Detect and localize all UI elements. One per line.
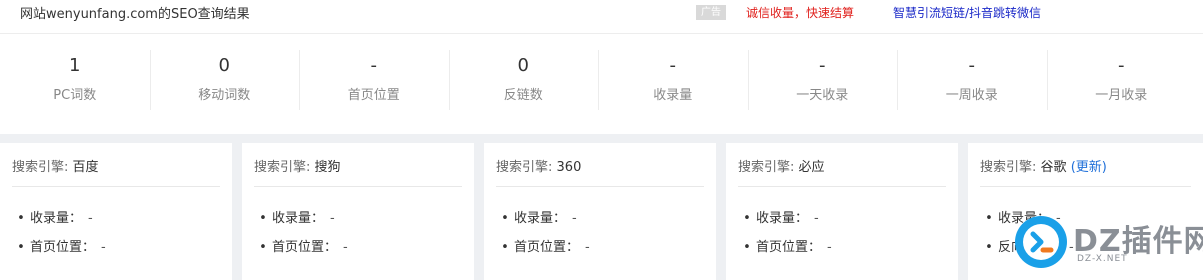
metric-value: - (330, 211, 335, 226)
metric-label: 收录量： (514, 211, 567, 226)
metric-label: 首页位置： (514, 240, 580, 255)
engine-card-header: 搜索引擎: 必应 (738, 156, 946, 187)
bullet-icon: • (743, 211, 751, 226)
engine-card-header: 搜索引擎: 360 (496, 156, 704, 187)
engine-card-sogou: 搜索引擎: 搜狗 • 收录量： - • 首页位置： - (242, 143, 474, 280)
engine-name: 必应 (798, 160, 825, 175)
engine-label: 搜索引擎: (980, 160, 1037, 175)
metric-label: 首页位置： (30, 240, 96, 255)
metric-label: 收录量： (756, 211, 809, 226)
list-item: • 收录量： - (496, 209, 590, 238)
stat-label: 反链数 (503, 88, 543, 103)
metric-label: 首页位置： (272, 240, 338, 255)
engine-label: 搜索引擎: (738, 160, 795, 175)
engine-metrics-list: • 收录量： - • 首页位置： - (496, 209, 590, 267)
ad-link-shortlink[interactable]: 智慧引流短链/抖音跳转微信 (893, 4, 1041, 21)
stat-value: - (819, 55, 826, 76)
engine-name: 谷歌 (1040, 160, 1067, 175)
bullet-icon: • (501, 240, 509, 255)
engine-name: 360 (556, 160, 582, 175)
metric-value: - (101, 240, 106, 255)
bullet-icon: • (501, 211, 509, 226)
plugin-logo-icon (1015, 216, 1067, 268)
list-item: • 首页位置： - (738, 238, 832, 267)
bullet-icon: • (17, 211, 25, 226)
engine-card-bing: 搜索引擎: 必应 • 收录量： - • 首页位置： - (726, 143, 958, 280)
stat-label: 一周收录 (945, 88, 998, 103)
metric-label: 收录量： (30, 211, 83, 226)
stat-label: 首页位置 (347, 88, 400, 103)
list-item: • 收录量： - (738, 209, 832, 238)
stat-value: - (968, 55, 976, 76)
update-link[interactable]: (更新) (1071, 160, 1107, 175)
stat-homepage-position: - 首页位置 (299, 50, 449, 112)
list-item: • 收录量： - (254, 209, 348, 238)
stat-label: 移动词数 (198, 88, 251, 103)
watermark: DZ插件网 DZ-X.NET (1013, 210, 1203, 276)
engine-label: 搜索引擎: (12, 160, 69, 175)
stat-backlinks: 0 反链数 (448, 50, 599, 112)
stat-indexed-day: - 一天收录 (747, 50, 898, 112)
engine-card-header: 搜索引擎: 谷歌 (更新) (980, 156, 1191, 187)
stat-value: - (669, 55, 677, 76)
metric-value: - (814, 211, 819, 226)
stat-indexed: - 收录量 (598, 50, 748, 112)
stat-value: 1 (69, 55, 81, 76)
engine-label: 搜索引擎: (496, 160, 553, 175)
bullet-icon: • (985, 211, 993, 226)
stat-value: 0 (517, 55, 529, 76)
engine-label: 搜索引擎: (254, 160, 311, 175)
list-item: • 首页位置： - (12, 238, 106, 267)
seo-summary-panel: 网站wenyunfang.com的SEO查询结果 广告 诚信收量，快速结算 智慧… (0, 0, 1203, 134)
result-header: 网站wenyunfang.com的SEO查询结果 广告 诚信收量，快速结算 智慧… (0, 0, 1203, 34)
bullet-icon: • (743, 240, 751, 255)
list-item: • 首页位置： - (496, 238, 590, 267)
bullet-icon: • (259, 211, 267, 226)
metric-value: - (572, 211, 577, 226)
engine-metrics-list: • 收录量： - • 首页位置： - (254, 209, 348, 267)
watermark-subtext: DZ-X.NET (1077, 254, 1128, 264)
stat-label: PC词数 (53, 88, 97, 103)
metric-label: 收录量： (272, 211, 325, 226)
stat-indexed-month: - 一月收录 (1046, 50, 1197, 112)
stat-label: 一天收录 (796, 88, 849, 103)
metric-label: 首页位置： (756, 240, 822, 255)
engine-metrics-list: • 收录量： - • 首页位置： - (738, 209, 832, 267)
stat-mobile-keywords: 0 移动词数 (149, 50, 300, 112)
engine-card-header: 搜索引擎: 百度 (12, 156, 220, 187)
metric-value: - (343, 240, 348, 255)
stat-label: 一月收录 (1095, 88, 1148, 103)
stat-pc-keywords: 1 PC词数 (0, 50, 150, 112)
list-item: • 首页位置： - (254, 238, 348, 267)
ad-badge: 广告 (696, 5, 726, 20)
bullet-icon: • (985, 240, 993, 255)
ad-link-traffic[interactable]: 诚信收量，快速结算 (746, 4, 854, 21)
metric-value: - (88, 211, 93, 226)
stat-value: - (370, 55, 378, 76)
engine-name: 百度 (72, 160, 99, 175)
metric-value: - (585, 240, 590, 255)
bullet-icon: • (17, 240, 25, 255)
stat-value: 0 (218, 55, 230, 76)
page-title: 网站wenyunfang.com的SEO查询结果 (20, 7, 250, 22)
engine-card-baidu: 搜索引擎: 百度 • 收录量： - • 首页位置： - (0, 143, 232, 280)
metric-value: - (827, 240, 832, 255)
stat-value: - (1118, 55, 1125, 76)
engine-name: 搜狗 (314, 160, 341, 175)
engine-card-header: 搜索引擎: 搜狗 (254, 156, 462, 187)
bullet-icon: • (259, 240, 267, 255)
stat-label: 收录量 (653, 88, 693, 103)
stats-row: 1 PC词数 0 移动词数 - 首页位置 0 反链数 - 收录量 - 一天收录 … (0, 50, 1203, 112)
stat-indexed-week: - 一周收录 (897, 50, 1047, 112)
list-item: • 收录量： - (12, 209, 106, 238)
engine-metrics-list: • 收录量： - • 首页位置： - (12, 209, 106, 267)
engine-card-360: 搜索引擎: 360 • 收录量： - • 首页位置： - (484, 143, 716, 280)
